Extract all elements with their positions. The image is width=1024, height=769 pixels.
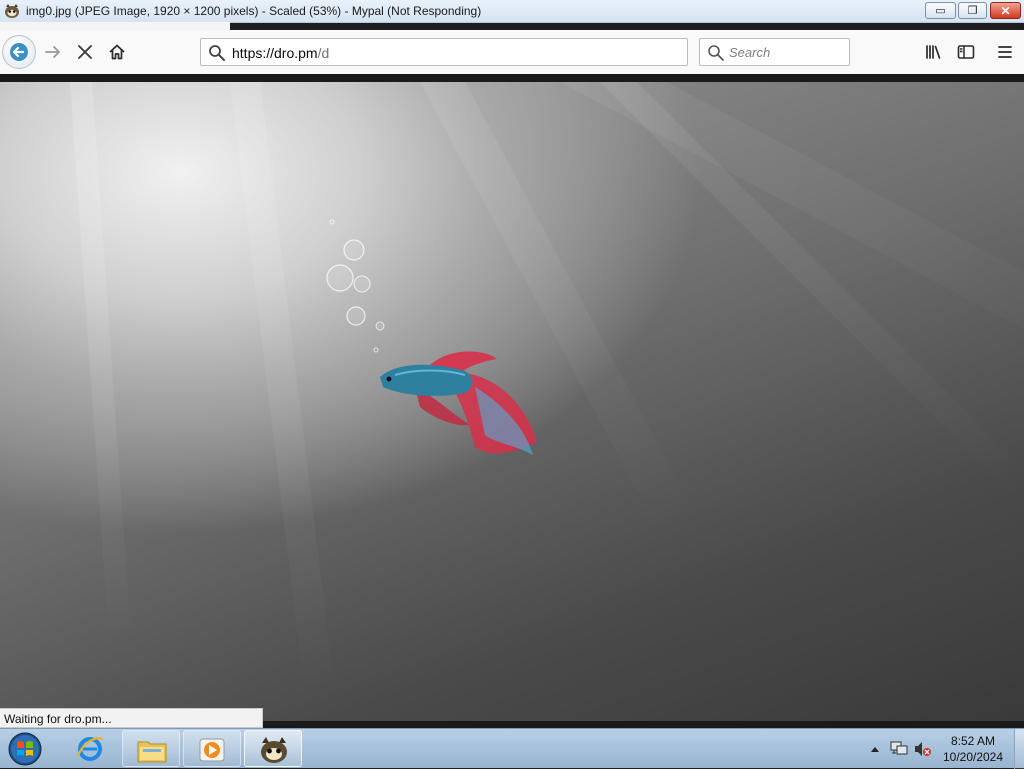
clock-time: 8:52 AM (950, 734, 996, 748)
maximize-button[interactable]: ❐ (958, 2, 987, 19)
light-ray (420, 82, 700, 542)
taskbar-media-player[interactable] (183, 730, 241, 767)
title-bar: img0.jpg (JPEG Image, 1920 × 1200 pixels… (0, 0, 1024, 23)
content-top-edge (0, 74, 1024, 82)
media-player-icon (199, 738, 225, 762)
url-path: /d (317, 45, 330, 61)
volume-muted-icon[interactable] (914, 741, 932, 757)
show-hidden-icons-icon[interactable] (870, 745, 880, 753)
home-icon[interactable] (108, 43, 126, 61)
show-desktop-button[interactable] (1014, 729, 1024, 769)
window-title: img0.jpg (JPEG Image, 1920 × 1200 pixels… (26, 4, 482, 18)
start-orb-icon[interactable] (5, 730, 45, 768)
minimize-icon: ▭ (935, 5, 946, 17)
search-icon (708, 45, 724, 61)
url-text[interactable]: https://dro.pm/d (232, 45, 329, 61)
taskbar-internet-explorer[interactable] (62, 730, 120, 767)
restore-icon: ❐ (967, 5, 978, 17)
network-icon[interactable] (890, 741, 908, 757)
status-text: Waiting for dro.pm... (4, 712, 112, 726)
image-viewport[interactable] (0, 82, 1024, 721)
internet-explorer-icon (76, 737, 104, 761)
minimize-button[interactable]: ▭ (925, 2, 956, 19)
sidebar-icon[interactable] (957, 43, 975, 61)
search-icon (209, 45, 225, 61)
library-icon[interactable] (925, 43, 943, 61)
light-ray (70, 82, 132, 641)
search-input[interactable] (729, 43, 844, 61)
system-clock[interactable]: 8:52 AM 10/20/2024 (934, 733, 1012, 765)
mypal-app-icon (5, 4, 19, 18)
light-ray (230, 82, 336, 698)
back-button[interactable] (2, 35, 36, 69)
status-panel: Waiting for dro.pm... (0, 708, 263, 728)
betta-fish (380, 351, 537, 455)
url-bar[interactable]: https://dro.pm/d (200, 38, 688, 66)
folder-icon (137, 741, 167, 763)
search-bar[interactable] (699, 38, 850, 66)
close-button[interactable]: ✕ (990, 2, 1021, 19)
mypal-icon (261, 737, 287, 763)
bubbles (326, 219, 385, 353)
taskbar-file-explorer[interactable] (122, 730, 180, 767)
back-arrow-icon (10, 43, 28, 61)
forward-arrow-icon[interactable] (44, 43, 62, 61)
close-icon: ✕ (1000, 3, 1011, 18)
url-host: https://dro.pm (232, 45, 318, 61)
navigation-bar: https://dro.pm/d (0, 30, 1024, 74)
tab-strip[interactable] (0, 22, 230, 30)
taskbar-mypal[interactable] (244, 730, 302, 767)
stop-icon[interactable] (76, 43, 94, 61)
clock-date: 10/20/2024 (942, 750, 1004, 764)
hamburger-menu-icon[interactable] (996, 43, 1014, 61)
taskbar: 8:52 AM 10/20/2024 (0, 728, 1024, 769)
